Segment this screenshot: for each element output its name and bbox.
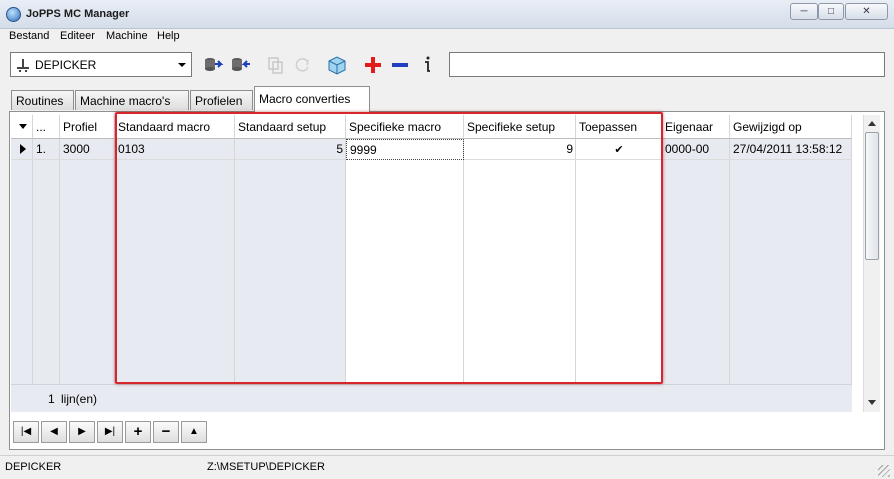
add-icon[interactable] <box>362 54 384 76</box>
grid-col-indicator <box>11 139 33 384</box>
grid-col-toepassen <box>576 139 662 384</box>
first-icon: |◀ <box>20 426 32 437</box>
move-up-button[interactable]: ▲ <box>181 421 207 443</box>
resize-grip-icon[interactable] <box>878 465 890 477</box>
close-button[interactable]: ✕ <box>845 3 888 20</box>
tab-machine-macros[interactable]: Machine macro's <box>75 90 189 110</box>
tab-profielen[interactable]: Profielen <box>190 90 253 110</box>
scroll-down-icon[interactable] <box>868 400 876 405</box>
menu-bar: Bestand Editeer Machine Help <box>0 29 894 47</box>
import-icon[interactable] <box>203 54 225 76</box>
status-machine: DEPICKER <box>5 461 62 473</box>
info-icon[interactable] <box>416 54 438 76</box>
col-header-profiel[interactable]: Profiel <box>60 115 115 139</box>
current-row-icon <box>20 144 26 154</box>
minus-icon: − <box>161 423 171 440</box>
copy-icon <box>268 57 283 74</box>
scroll-thumb[interactable] <box>865 132 879 260</box>
export-icon[interactable] <box>230 54 252 76</box>
col-header-gewijzigd-op[interactable]: Gewijzigd op <box>730 115 852 139</box>
maximize-icon: □ <box>827 6 835 17</box>
close-icon: ✕ <box>862 6 871 17</box>
col-header-specifieke-setup[interactable]: Specifieke setup <box>464 115 576 139</box>
cell-nr[interactable]: 1. <box>33 139 60 160</box>
col-header-toepassen[interactable]: Toepassen <box>576 115 662 139</box>
cell-eigenaar[interactable]: 0000-00 <box>662 139 730 160</box>
next-icon: ▶ <box>78 426 86 437</box>
cell-toepassen[interactable]: ✔ <box>576 139 662 160</box>
next-record-button[interactable]: ▶ <box>69 421 95 443</box>
search-input[interactable] <box>449 52 885 77</box>
first-record-button[interactable]: |◀ <box>13 421 39 443</box>
cell-standaard-setup[interactable]: 5 <box>235 139 346 160</box>
cell-specifieke-setup[interactable]: 9 <box>464 139 576 160</box>
title-bar: JoPPS MC Manager ─ □ ✕ <box>0 0 894 29</box>
delete-record-button[interactable]: − <box>153 421 179 443</box>
col-header-specifieke-macro[interactable]: Specifieke macro <box>346 115 464 139</box>
menu-help[interactable]: Help <box>157 30 180 42</box>
add-record-button[interactable]: + <box>125 421 151 443</box>
last-icon: ▶| <box>104 426 116 437</box>
maximize-button[interactable]: □ <box>818 3 844 20</box>
machine-select-value: DEPICKER <box>35 58 97 72</box>
col-header-standaard-setup[interactable]: Standaard setup <box>235 115 346 139</box>
toepassen-checkbox[interactable]: ✔ <box>614 144 623 156</box>
grid-col-standaard-setup <box>235 139 346 384</box>
grid-col-profiel <box>60 139 115 384</box>
cell-profiel[interactable]: 3000 <box>60 139 115 160</box>
menu-machine[interactable]: Machine <box>106 30 148 42</box>
minimize-button[interactable]: ─ <box>790 3 818 20</box>
grid-col-specifieke-setup <box>464 139 576 384</box>
grid-col-gewijzigd-op <box>730 139 852 384</box>
minimize-icon: ─ <box>800 6 808 17</box>
machine-select[interactable]: DEPICKER <box>10 52 192 77</box>
row-count: 1 <box>48 392 55 406</box>
macro-conversion-grid: ... Profiel Standaard macro Standaard se… <box>11 115 852 412</box>
refresh-icon <box>295 58 309 72</box>
previous-icon: ◀ <box>50 426 58 437</box>
up-icon: ▲ <box>189 426 199 437</box>
previous-record-button[interactable]: ◀ <box>41 421 67 443</box>
col-header-standaard-macro[interactable]: Standaard macro <box>115 115 235 139</box>
plus-icon: + <box>133 423 143 440</box>
scroll-up-icon[interactable] <box>868 121 876 126</box>
tab-routines[interactable]: Routines <box>11 90 74 110</box>
menu-editeer[interactable]: Editeer <box>60 30 95 42</box>
cell-standaard-macro[interactable]: 0103 <box>115 139 235 160</box>
vertical-scrollbar[interactable] <box>863 115 880 412</box>
machine-icon <box>17 59 29 72</box>
grid-col-standaard-macro <box>115 139 235 384</box>
col-header-eigenaar[interactable]: Eigenaar <box>662 115 730 139</box>
cell-gewijzigd-op[interactable]: 27/04/2011 13:58:12 <box>730 139 852 160</box>
grid-menu-header[interactable] <box>11 115 33 139</box>
grid-col-eigenaar <box>662 139 730 384</box>
window-title: JoPPS MC Manager <box>26 8 130 20</box>
row-indicator[interactable] <box>11 139 33 160</box>
last-record-button[interactable]: ▶| <box>97 421 123 443</box>
status-bar: DEPICKER Z:\MSETUP\DEPICKER <box>0 455 894 479</box>
grid-col-nr <box>33 139 60 384</box>
row-count-label: lijn(en) <box>61 392 98 406</box>
cell-specifieke-macro[interactable]: 9999 <box>346 139 464 160</box>
remove-icon[interactable] <box>389 54 411 76</box>
col-header-nr[interactable]: ... <box>33 115 60 139</box>
grid-menu-icon[interactable] <box>19 124 27 129</box>
menu-bestand[interactable]: Bestand <box>9 30 49 42</box>
package-icon[interactable] <box>326 54 348 76</box>
grid-col-specifieke-macro <box>346 139 464 384</box>
tab-macro-converties[interactable]: Macro converties <box>254 86 370 112</box>
status-path: Z:\MSETUP\DEPICKER <box>207 461 325 473</box>
chevron-down-icon[interactable] <box>178 63 186 67</box>
grid-footer: 1 lijn(en) <box>11 384 852 412</box>
app-logo-icon <box>6 7 21 22</box>
